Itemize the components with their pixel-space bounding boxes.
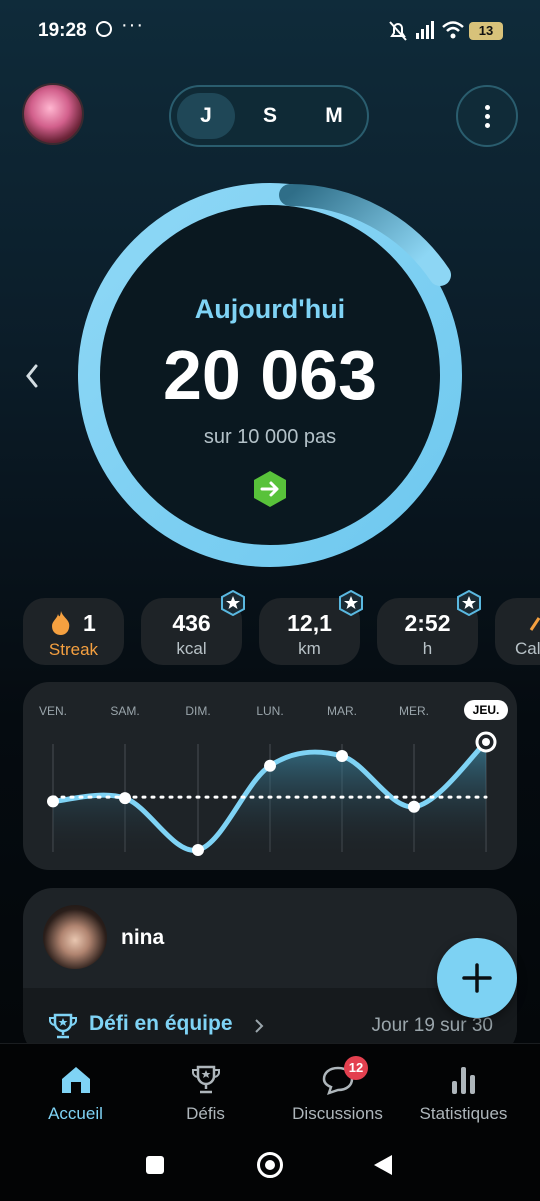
day-point[interactable] <box>192 844 204 856</box>
streak-label: Streak <box>48 640 99 659</box>
nav-home-label: Accueil <box>48 1104 103 1123</box>
calories-card[interactable]: 436 kcal <box>141 590 245 665</box>
today-label: Aujourd'hui <box>194 294 346 324</box>
nav-home[interactable]: Accueil <box>8 1052 143 1132</box>
week-curve <box>47 731 497 856</box>
streak-value: 1 <box>83 610 96 636</box>
streak-card[interactable]: 1 Streak <box>23 598 124 665</box>
steps-count: 20 063 <box>162 336 378 414</box>
day-point[interactable] <box>264 759 276 772</box>
premium-star-icon <box>339 590 363 616</box>
nav-statistics[interactable]: Statistiques <box>396 1052 531 1132</box>
team-challenge-link[interactable]: Défi en équipe <box>89 1012 233 1036</box>
selected-day-point-core <box>482 738 490 746</box>
duration-card[interactable]: 2:52 h <box>377 590 481 665</box>
friend-name: nina <box>121 926 165 949</box>
plus-icon <box>462 963 492 993</box>
add-button[interactable] <box>437 938 517 1018</box>
nav-challenges-label: Défis <box>186 1104 225 1123</box>
weekly-steps-chart[interactable]: VEN. SAM. DIM. LUN. MAR. MER. JEU. <box>23 682 517 870</box>
friend-avatar[interactable] <box>43 905 107 969</box>
home-icon <box>61 1067 90 1093</box>
unread-badge: 12 <box>344 1056 368 1080</box>
premium-star-icon <box>221 590 245 616</box>
day-point[interactable] <box>47 795 59 808</box>
nav-challenges[interactable]: Défis <box>138 1052 273 1132</box>
recent-apps-button[interactable] <box>146 1156 164 1174</box>
calories-unit: kcal <box>176 639 207 658</box>
partial-icon <box>529 617 540 631</box>
duration-unit: h <box>422 639 433 658</box>
extra-stat-card[interactable]: Cal <box>495 598 540 665</box>
flame-icon <box>52 611 70 635</box>
day-point[interactable] <box>408 800 420 813</box>
premium-star-icon <box>457 590 481 616</box>
steps-goal: sur 10 000 pas <box>203 426 337 448</box>
distance-card[interactable]: 12,1 km <box>259 590 363 665</box>
extra-stat-label: Cal <box>515 639 540 658</box>
trophy-icon <box>49 1013 77 1039</box>
back-button[interactable] <box>372 1153 394 1177</box>
day-point[interactable] <box>336 750 348 763</box>
chevron-right-icon <box>255 1019 264 1033</box>
distance-unit: km <box>298 639 321 658</box>
previous-day-chevron-icon[interactable] <box>22 362 42 390</box>
nav-discussions-label: Discussions <box>292 1104 383 1123</box>
day-point[interactable] <box>119 792 131 805</box>
nav-statistics-label: Statistiques <box>419 1104 508 1123</box>
challenge-day: Jour 19 sur 30 <box>371 1015 493 1036</box>
goal-reached-badge-icon[interactable] <box>251 470 289 508</box>
trophy-icon <box>191 1065 220 1094</box>
bar-chart-icon <box>451 1067 475 1094</box>
nav-discussions[interactable]: 12 Discussions <box>270 1052 405 1132</box>
home-button[interactable] <box>257 1152 283 1178</box>
home-dot-icon <box>265 1160 275 1170</box>
